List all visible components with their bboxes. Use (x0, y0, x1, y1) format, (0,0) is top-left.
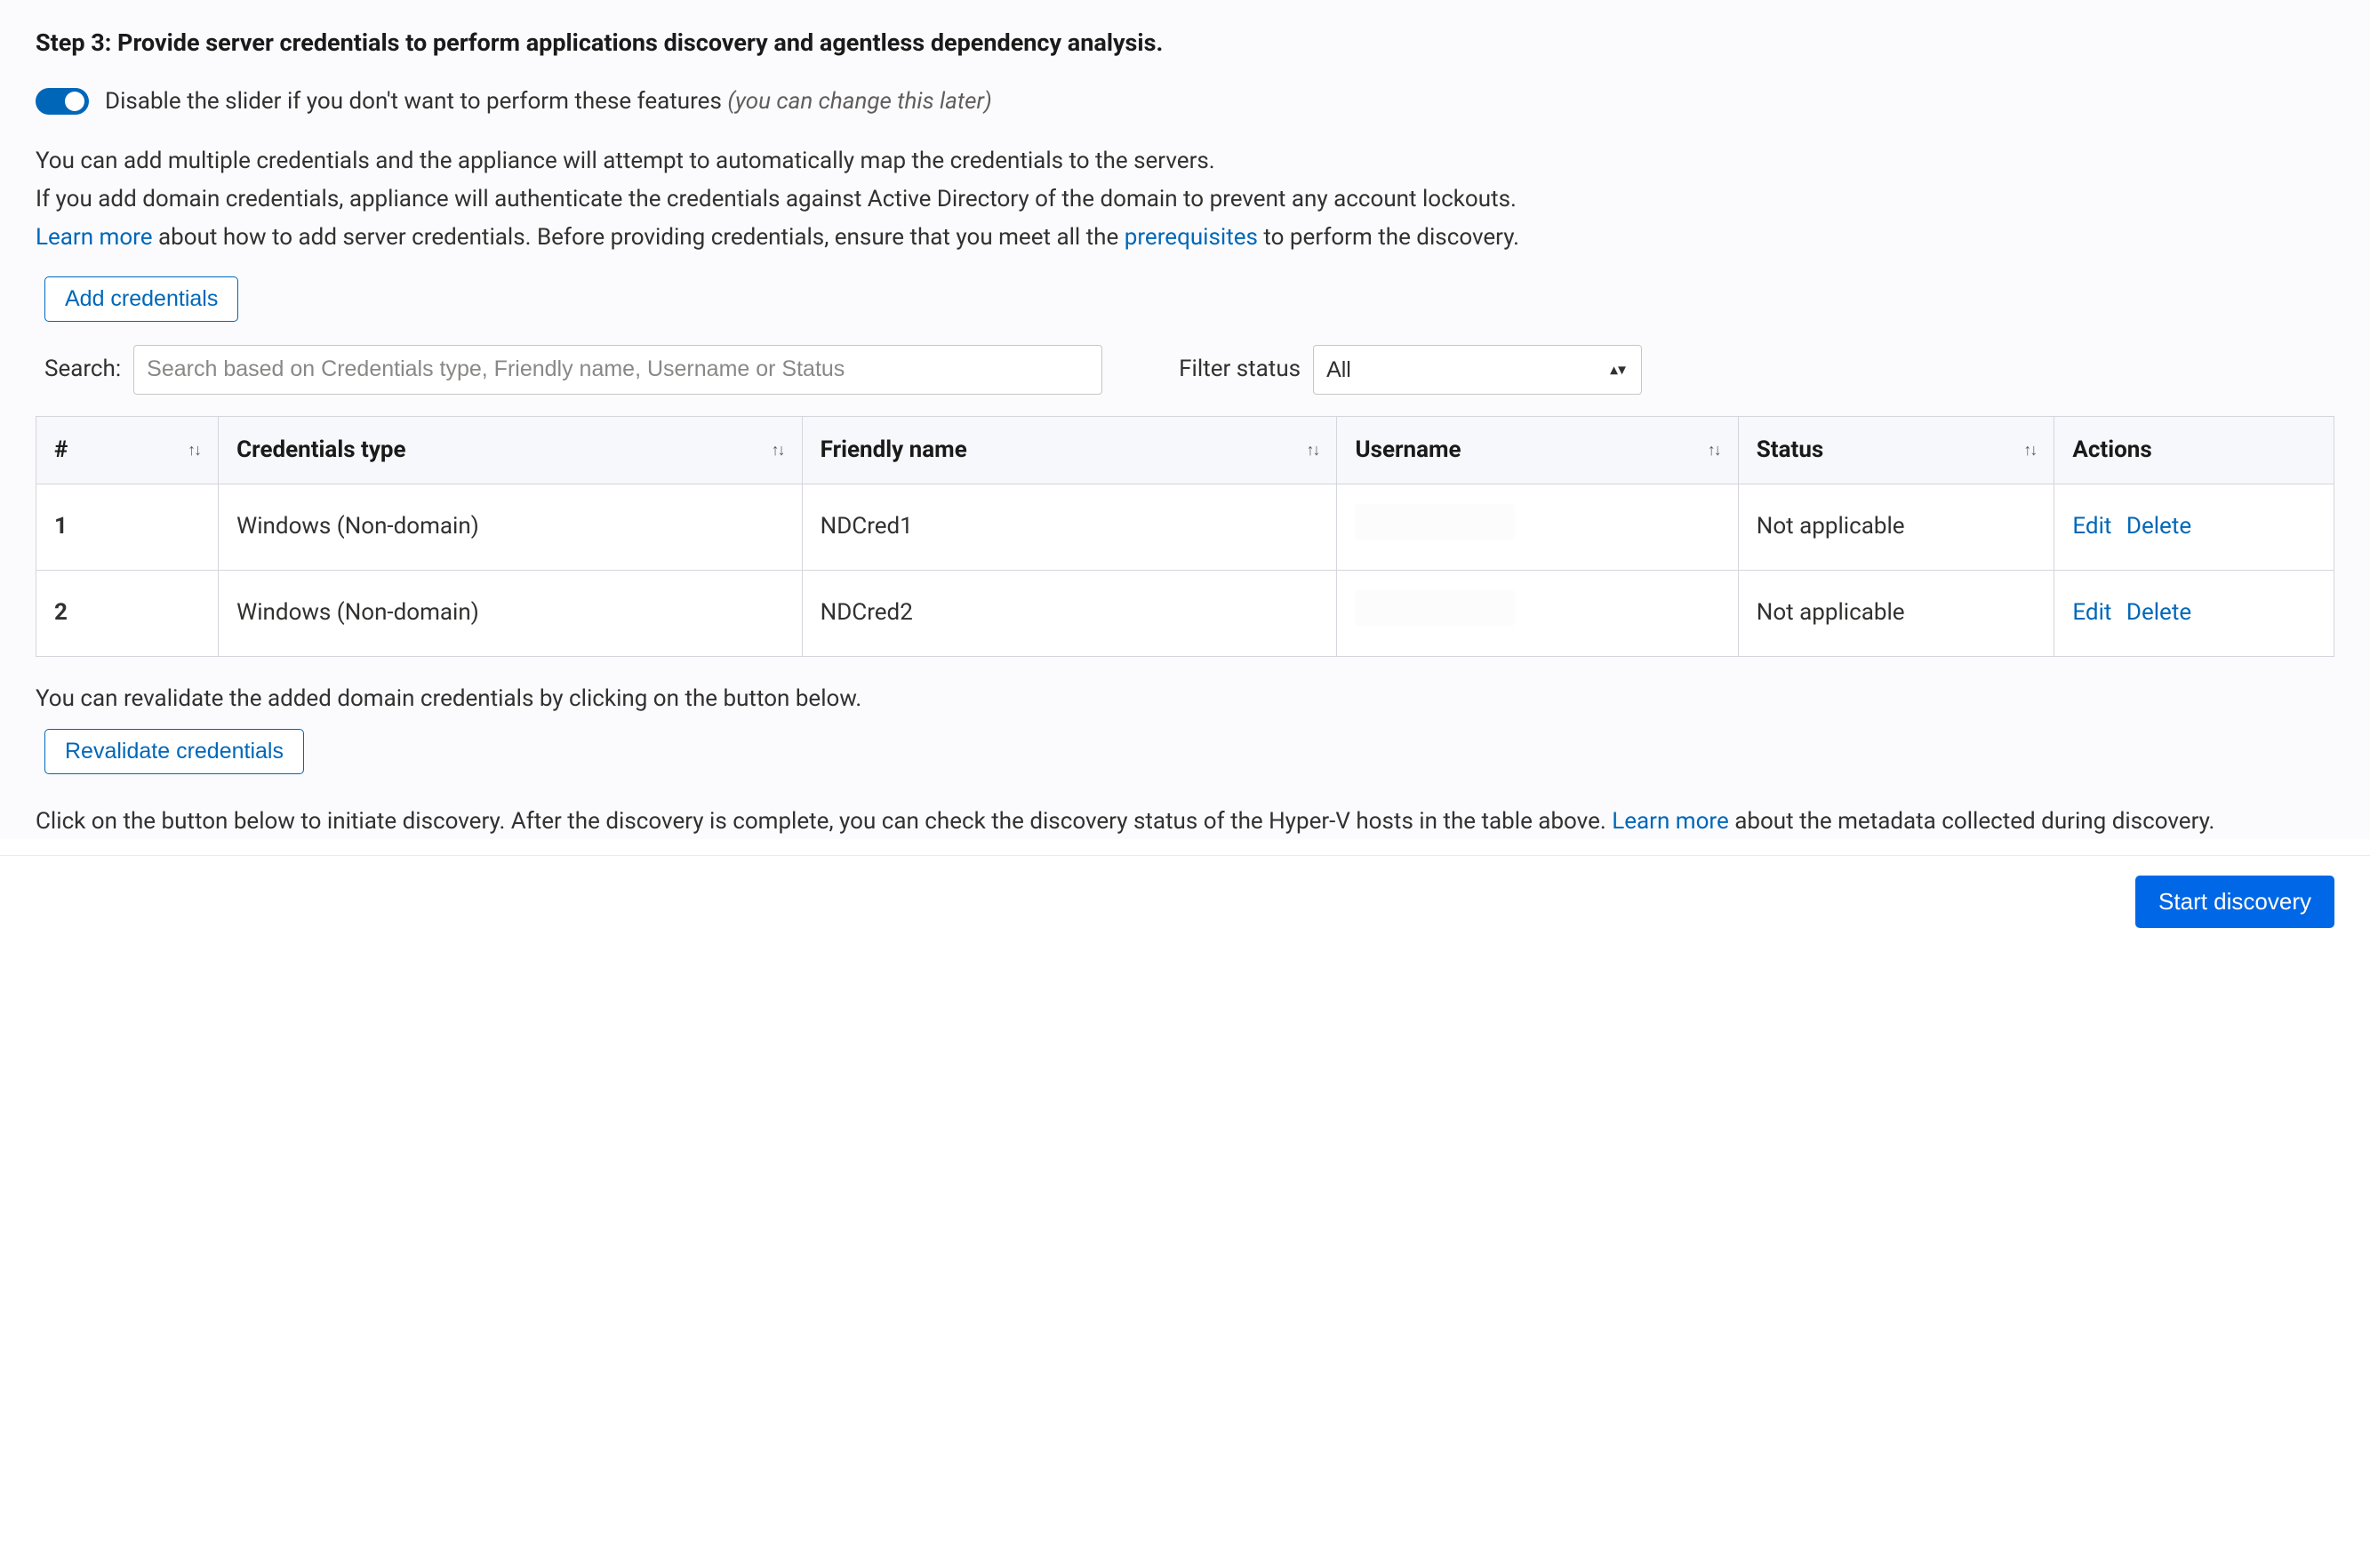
cell-actions: Edit Delete (2054, 570, 2334, 656)
th-username-label: Username (1355, 433, 1461, 468)
th-name-label: Friendly name (821, 433, 967, 468)
cell-number: 1 (36, 484, 219, 570)
sort-icon: ↑↓ (2023, 438, 2036, 462)
learn-more-discovery-link[interactable]: Learn more (1612, 808, 1729, 835)
feature-toggle[interactable] (36, 88, 89, 115)
cell-name: NDCred2 (802, 570, 1337, 656)
desc-text-3d: to perform the discovery. (1258, 224, 1519, 251)
desc-line-2: If you add domain credentials, appliance… (36, 182, 2334, 217)
learn-more-link[interactable]: Learn more (36, 224, 153, 251)
toggle-label-text: Disable the slider if you don't want to … (105, 88, 727, 115)
redacted-username (1355, 504, 1515, 540)
credentials-table: # ↑↓ Credentials type ↑↓ Friendly name ↑↓ U… (36, 416, 2334, 657)
th-name[interactable]: Friendly name ↑↓ (802, 416, 1337, 484)
toggle-label-note: (you can change this later) (727, 88, 991, 115)
th-number[interactable]: # ↑↓ (36, 416, 219, 484)
sort-icon: ↑↓ (188, 438, 200, 462)
redacted-username (1355, 590, 1515, 626)
discovery-desc-b: about the metadata collected during disc… (1729, 808, 2215, 835)
table-row: 2 Windows (Non-domain) NDCred2 Not appli… (36, 570, 2334, 656)
table-header-row: # ↑↓ Credentials type ↑↓ Friendly name ↑↓ U… (36, 416, 2334, 484)
filter-status-label: Filter status (1179, 352, 1301, 387)
cell-username (1337, 484, 1738, 570)
cell-type: Windows (Non-domain) (219, 570, 803, 656)
cell-status: Not applicable (1738, 484, 2054, 570)
sort-icon: ↑↓ (1306, 438, 1318, 462)
search-input[interactable] (133, 345, 1102, 395)
footer-bar: Start discovery (0, 855, 2370, 951)
th-type[interactable]: Credentials type ↑↓ (219, 416, 803, 484)
th-username[interactable]: Username ↑↓ (1337, 416, 1738, 484)
step-title: Step 3: Provide server credentials to pe… (36, 25, 2334, 61)
sort-icon: ↑↓ (1708, 438, 1720, 462)
cell-username (1337, 570, 1738, 656)
delete-link[interactable]: Delete (2126, 599, 2191, 626)
delete-link[interactable]: Delete (2126, 513, 2191, 540)
cell-number: 2 (36, 570, 219, 656)
discovery-desc-a: Click on the button below to initiate di… (36, 808, 1612, 835)
th-status[interactable]: Status ↑↓ (1738, 416, 2054, 484)
revalidate-description: You can revalidate the added domain cred… (36, 682, 2334, 716)
table-row: 1 Windows (Non-domain) NDCred1 Not appli… (36, 484, 2334, 570)
cell-name: NDCred1 (802, 484, 1337, 570)
discovery-description: Click on the button below to initiate di… (36, 804, 2334, 839)
add-credentials-button[interactable]: Add credentials (44, 276, 238, 322)
th-number-label: # (54, 433, 68, 468)
th-actions-label: Actions (2072, 436, 2151, 463)
sort-icon: ↑↓ (772, 438, 784, 462)
cell-actions: Edit Delete (2054, 484, 2334, 570)
search-label: Search: (44, 352, 121, 387)
cell-type: Windows (Non-domain) (219, 484, 803, 570)
start-discovery-button[interactable]: Start discovery (2135, 876, 2334, 928)
edit-link[interactable]: Edit (2072, 513, 2111, 540)
edit-link[interactable]: Edit (2072, 599, 2111, 626)
prerequisites-link[interactable]: prerequisites (1125, 224, 1258, 251)
desc-text-3b: about how to add server credentials. Bef… (153, 224, 1125, 251)
desc-line-1: You can add multiple credentials and the… (36, 144, 2334, 179)
th-actions: Actions (2054, 416, 2334, 484)
th-status-label: Status (1757, 433, 1823, 468)
filter-status-select[interactable]: All (1313, 345, 1642, 395)
cell-status: Not applicable (1738, 570, 2054, 656)
revalidate-credentials-button[interactable]: Revalidate credentials (44, 729, 304, 774)
feature-toggle-label: Disable the slider if you don't want to … (105, 84, 992, 119)
th-type-label: Credentials type (236, 433, 405, 468)
desc-line-3: Learn more about how to add server crede… (36, 220, 2334, 255)
